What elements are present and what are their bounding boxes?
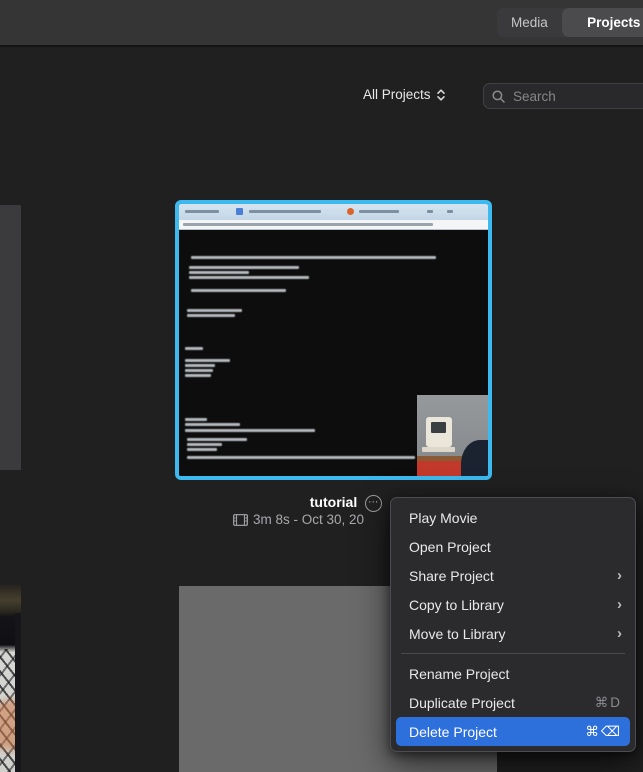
search-input[interactable] (511, 88, 635, 105)
submenu-chevron-icon: › (617, 626, 622, 641)
top-toolbar: Media Projects (0, 0, 643, 47)
thumbnail-browser-tabbar (179, 204, 488, 220)
menu-separator (401, 653, 625, 654)
search-field[interactable] (483, 83, 643, 109)
thumbnail-browser-addressbar (179, 220, 488, 230)
person-shoulder (461, 440, 488, 480)
all-projects-label: All Projects (363, 87, 431, 102)
classic-mac-computer (426, 417, 452, 447)
tab-projects[interactable]: Projects (562, 8, 643, 37)
more-options-button[interactable]: ⋯ (365, 495, 382, 512)
search-icon (492, 90, 505, 103)
menu-item-move-to-library[interactable]: Move to Library › (391, 619, 635, 648)
project-duration-date: 3m 8s - Oct 30, 20 (253, 512, 364, 527)
submenu-chevron-icon: › (617, 568, 622, 583)
all-projects-dropdown[interactable]: All Projects (363, 87, 446, 102)
project-metadata: 3m 8s - Oct 30, 20 (233, 512, 364, 527)
filmstrip-icon (233, 514, 248, 526)
selected-project-thumbnail[interactable] (175, 200, 492, 480)
menu-item-delete-project[interactable]: Delete Project ⌘⌫ (396, 717, 630, 746)
red-desk (417, 456, 465, 480)
thumbnail-webcam-overlay (417, 395, 488, 480)
shortcut-duplicate: ⌘D (595, 695, 622, 711)
neighbor-project-thumbnail-bottom-left[interactable] (0, 585, 21, 772)
menu-item-duplicate-project[interactable]: Duplicate Project ⌘D (391, 688, 635, 717)
project-context-menu: Play Movie Open Project Share Project › … (390, 497, 636, 752)
menu-item-play-movie[interactable]: Play Movie (391, 503, 635, 532)
menu-item-share-project[interactable]: Share Project › (391, 561, 635, 590)
menu-item-rename-project[interactable]: Rename Project (391, 659, 635, 688)
menu-item-open-project[interactable]: Open Project (391, 532, 635, 561)
thumbnail-code-area (179, 230, 488, 480)
submenu-chevron-icon: › (617, 597, 622, 612)
shortcut-delete: ⌘⌫ (585, 724, 622, 740)
media-projects-segmented-control: Media Projects (497, 8, 643, 37)
neighbor-project-thumbnail-left[interactable] (0, 205, 21, 470)
popup-chevrons-icon (436, 88, 446, 102)
menu-item-copy-to-library[interactable]: Copy to Library › (391, 590, 635, 619)
project-title: tutorial (310, 494, 357, 510)
tab-media[interactable]: Media (497, 8, 562, 37)
